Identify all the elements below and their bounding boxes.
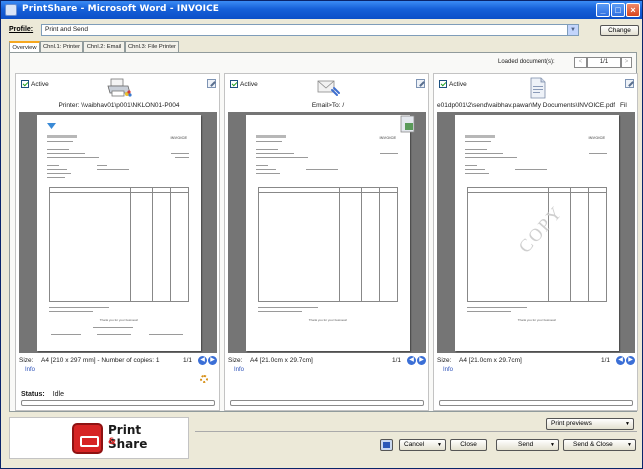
printshare-logo-icon [72,423,103,454]
page-count: 1/1 [183,357,193,364]
active-label: Active [31,80,49,88]
close-button[interactable]: Close [450,439,487,451]
status-label: Status: [21,391,45,398]
save-icon[interactable] [380,439,393,451]
page-count: 1/1 [392,357,402,364]
thanks-line: Thank you for your business! [517,318,557,322]
progress-bar [230,400,424,406]
profile-label: Profile: [9,26,34,33]
edit-icon[interactable] [416,79,425,88]
tab-email[interactable]: Chnl.2: Email [83,41,125,52]
invoice-heading: INVOICE [379,135,396,140]
document-preview[interactable]: INVOICE COPY Thank you for your business… [437,112,635,353]
info-link[interactable]: Info [443,367,453,373]
active-toggle[interactable]: Active [21,80,49,88]
status-value: Idle [52,391,64,398]
document-preview[interactable]: INVOICE Thank you for your business! [228,112,426,353]
printshare-logo-panel: Print & Share [9,417,189,459]
active-checkbox[interactable] [230,80,238,88]
profile-value: Print and Send [45,26,89,33]
invoice-table [49,187,189,302]
status-row: Status: Idle [21,391,64,398]
channel-target-suffix: Fil [620,102,627,109]
channel-card-file-printer: Active e01dp001\2\send\vaibhav.pawar\My … [433,73,638,411]
info-link[interactable]: Info [234,367,244,373]
next-page-icon[interactable]: ▶ [208,356,217,365]
thanks-line: Thank you for your business! [99,318,139,322]
profile-select[interactable]: Print and Send ▼ [41,24,579,36]
printshare-window: PrintShare - Microsoft Word - INVOICE _ … [0,0,643,469]
settings-gear-icon[interactable] [200,375,208,383]
size-value: A4 [21.0cm x 29.7cm] [459,357,522,364]
progress-bar [21,400,215,406]
thanks-line: Thank you for your business! [308,318,348,322]
print-previews-dropdown[interactable]: Print previews ▼ [546,418,634,430]
active-label: Active [240,80,258,88]
channel-target: e01dp001\2\send\vaibhav.pawar\My Documen… [437,102,615,109]
document-preview[interactable]: INVOICE Thank you for your business! [19,112,217,353]
loaded-documents-label: Loaded document(s): [498,59,555,65]
invoice-heading: INVOICE [588,135,605,140]
divider [195,431,637,432]
next-page-icon[interactable]: ▶ [417,356,426,365]
printshare-logo-text: Print & Share [108,423,148,451]
invoice-table [258,187,398,302]
channel-target: Email>To: / [311,102,345,109]
next-document-button[interactable]: > [621,57,632,68]
channel-card-email: Active Email>To: / INVOICE Thank you for… [224,73,429,411]
title-bar[interactable]: PrintShare - Microsoft Word - INVOICE _ … [1,1,642,19]
file-icon [530,77,546,99]
edit-icon[interactable] [207,79,216,88]
maximize-button[interactable]: □ [611,3,625,17]
close-window-button[interactable]: × [626,3,640,17]
channel-card-printer: Active Printer: \\vaibhav01\p001\NKLON01… [15,73,220,411]
printer-icon [107,78,132,97]
size-label: Size: [19,357,34,364]
channel-target: Printer: \\vaibhav01\p001\NKLON01-P004 [58,102,180,109]
preview-page: INVOICE Thank you for your business! [37,115,201,351]
pdf-overlay-icon [400,115,415,133]
tab-printer[interactable]: Chnl.1: Printer [40,41,83,52]
chevron-down-icon[interactable]: ▼ [567,25,578,35]
cancel-button[interactable]: Cancel ▼ [399,439,446,451]
edit-icon[interactable] [625,79,634,88]
tab-file-printer[interactable]: Chnl.3: File Printer [125,41,179,52]
prev-page-icon[interactable]: ◀ [198,356,207,365]
active-checkbox[interactable] [21,80,29,88]
active-checkbox[interactable] [439,80,447,88]
preview-page: INVOICE COPY Thank you for your business… [455,115,619,351]
size-label: Size: [228,357,243,364]
app-icon [5,4,17,16]
page-count: 1/1 [601,357,611,364]
active-toggle[interactable]: Active [439,80,467,88]
prev-page-icon[interactable]: ◀ [407,356,416,365]
size-label: Size: [437,357,452,364]
active-label: Active [449,80,467,88]
size-value: A4 [21.0cm x 29.7cm] [250,357,313,364]
invoice-heading: INVOICE [170,135,187,140]
email-icon [317,80,340,96]
next-page-icon[interactable]: ▶ [626,356,635,365]
minimize-button[interactable]: _ [596,3,610,17]
company-logo-icon [47,123,56,129]
progress-bar [439,400,633,406]
change-profile-button[interactable]: Change [600,25,639,36]
preview-page: INVOICE Thank you for your business! [246,115,415,351]
send-and-close-button[interactable]: Send & Close ▼ [563,439,636,451]
document-page-indicator: 1/1 [587,57,621,68]
info-link[interactable]: Info [25,367,35,373]
window-title: PrintShare - Microsoft Word - INVOICE [22,4,220,14]
prev-page-icon[interactable]: ◀ [616,356,625,365]
prev-document-button[interactable]: < [574,57,587,68]
send-button[interactable]: Send ▼ [496,439,559,451]
size-value: A4 [210 x 297 mm] - Number of copies: 1 [41,357,160,364]
active-toggle[interactable]: Active [230,80,258,88]
